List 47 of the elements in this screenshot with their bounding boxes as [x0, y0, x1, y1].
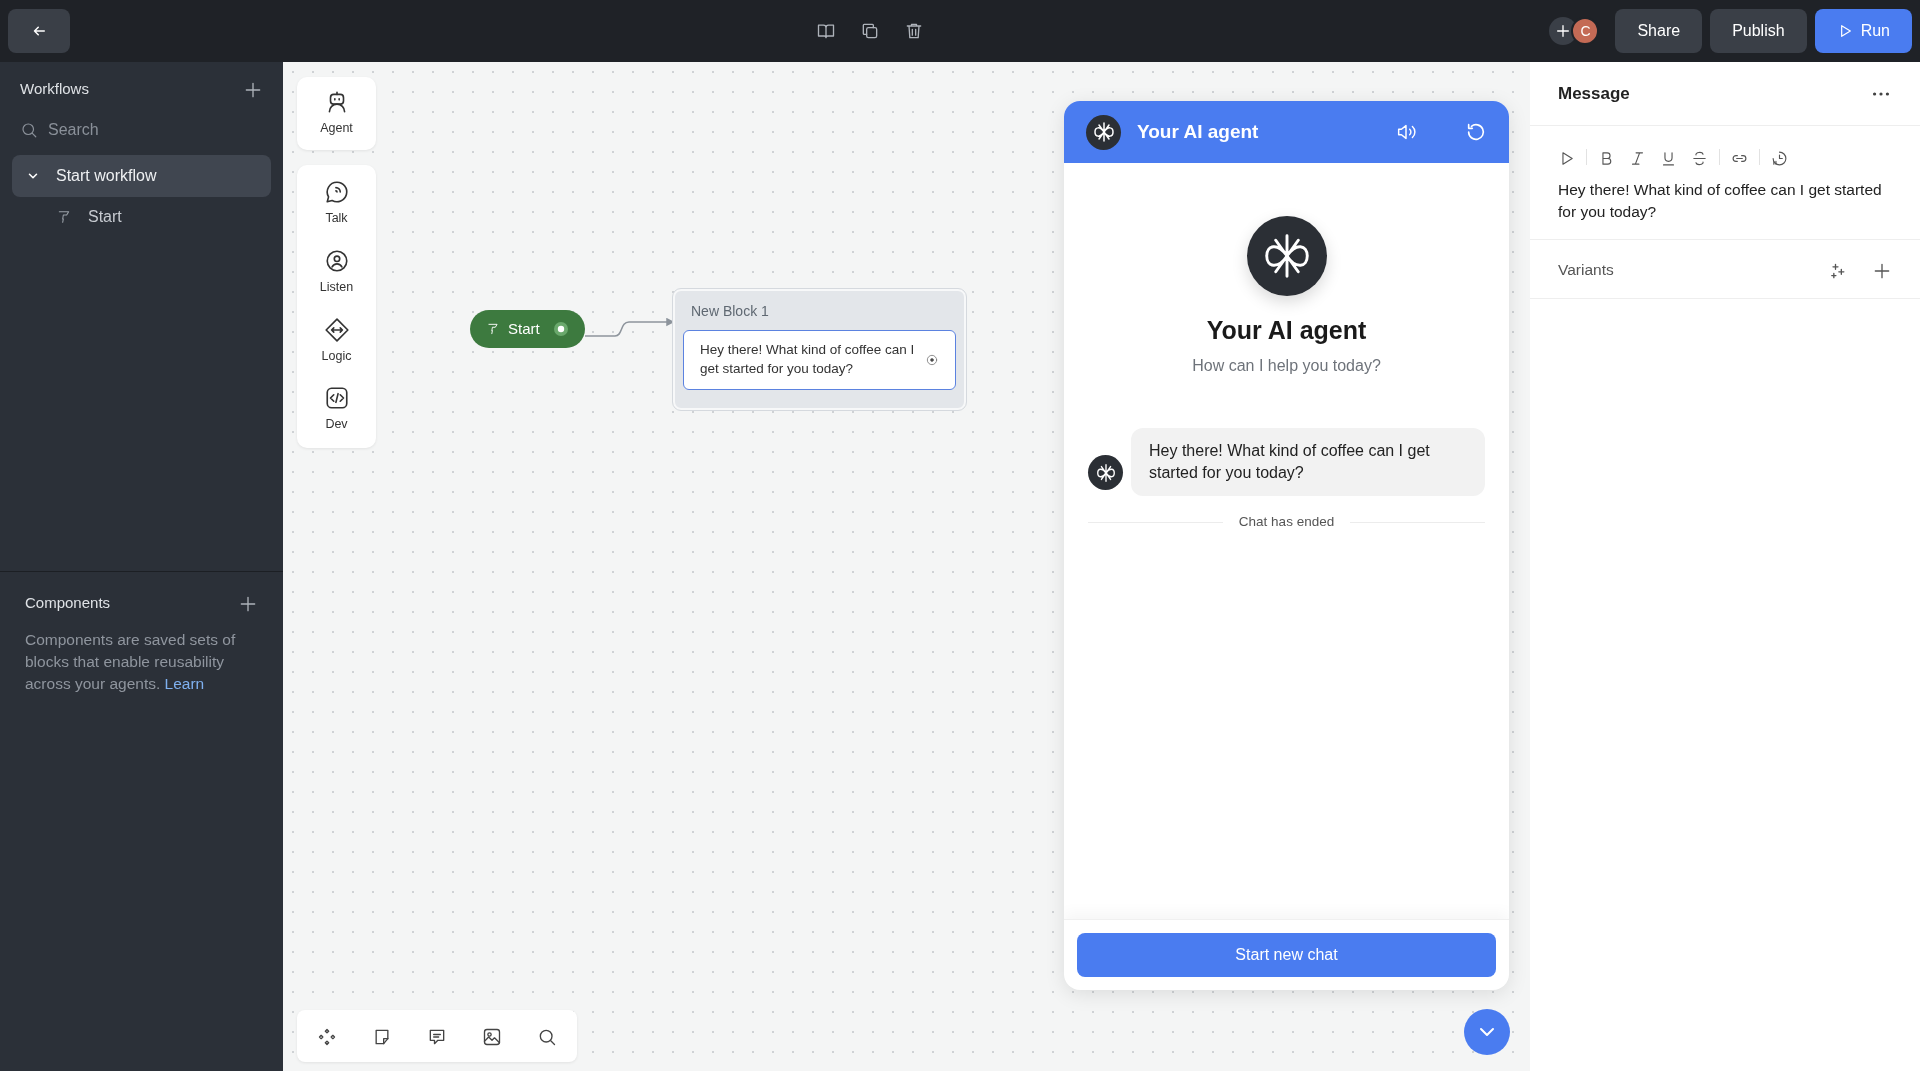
move-icon[interactable]	[317, 1026, 337, 1047]
search-field[interactable]: Search	[46, 116, 226, 143]
start-node[interactable]: Start	[470, 310, 585, 348]
palette-item[interactable]: Logic	[297, 306, 376, 376]
strikethrough-icon[interactable]	[1691, 149, 1708, 167]
section-title: Workflows	[20, 79, 89, 99]
image-icon[interactable]	[482, 1026, 502, 1047]
block-title: New Block 1	[690, 302, 770, 321]
panel-title: Message	[1558, 82, 1630, 105]
reload-icon[interactable]	[1465, 121, 1487, 143]
workflow-item[interactable]: Start workflow	[12, 154, 271, 197]
block-node[interactable]: New Block 1 Hey there! What kind of coffee can I get started for you today?	[673, 289, 966, 410]
agent-name: Your AI agent	[1206, 315, 1367, 346]
chat-title: Your AI agent	[1137, 119, 1260, 144]
start-new-chat-button[interactable]: Start new chat	[1077, 933, 1496, 977]
timer-icon[interactable]	[1771, 149, 1788, 167]
scroll-down-button[interactable]	[1464, 1009, 1510, 1055]
search-icon	[20, 120, 38, 139]
logo-icon	[1091, 120, 1116, 144]
chat-status: Chat has ended	[1238, 513, 1335, 532]
chat-message: Hey there! What kind of coffee can I get started for you today?	[1131, 427, 1485, 497]
palette-item[interactable]: Dev	[297, 375, 376, 444]
toolbar-button[interactable]: Share	[1615, 9, 1703, 53]
dev-icon	[323, 385, 350, 412]
message-text[interactable]: Hey there! What kind of coffee can I get started for you today?	[1558, 178, 1892, 224]
palette-item[interactable]: Agent	[297, 77, 376, 150]
listen-icon	[323, 247, 350, 274]
variants-label: Variants	[1558, 260, 1615, 281]
learn-link[interactable]: Learn	[164, 675, 205, 693]
underline-icon[interactable]	[1660, 149, 1677, 167]
logic-icon	[323, 316, 350, 343]
user-avatar: C	[1571, 17, 1600, 45]
talk-icon	[323, 179, 350, 205]
toolbar-button[interactable]: Publish	[1710, 9, 1807, 53]
output-port-icon[interactable]	[553, 321, 569, 337]
agent-greeting: How can I help you today?	[1192, 355, 1381, 376]
palette-item[interactable]: Talk	[297, 169, 376, 238]
block-message: Hey there! What kind of coffee can I get started for you today?	[700, 341, 916, 378]
section-title: Components	[25, 593, 111, 613]
logo-icon	[1094, 461, 1117, 484]
port-icon[interactable]	[925, 352, 939, 367]
palette-item[interactable]: Listen	[297, 237, 376, 307]
toolbar-button[interactable]: Run	[1814, 9, 1912, 53]
italic-icon[interactable]	[1629, 149, 1646, 167]
components-description: Components are saved sets of blocks that enable reusability across your agents. Learn	[25, 629, 237, 695]
plus-icon	[1555, 23, 1572, 39]
workflow-step-item[interactable]: Start	[12, 196, 271, 237]
